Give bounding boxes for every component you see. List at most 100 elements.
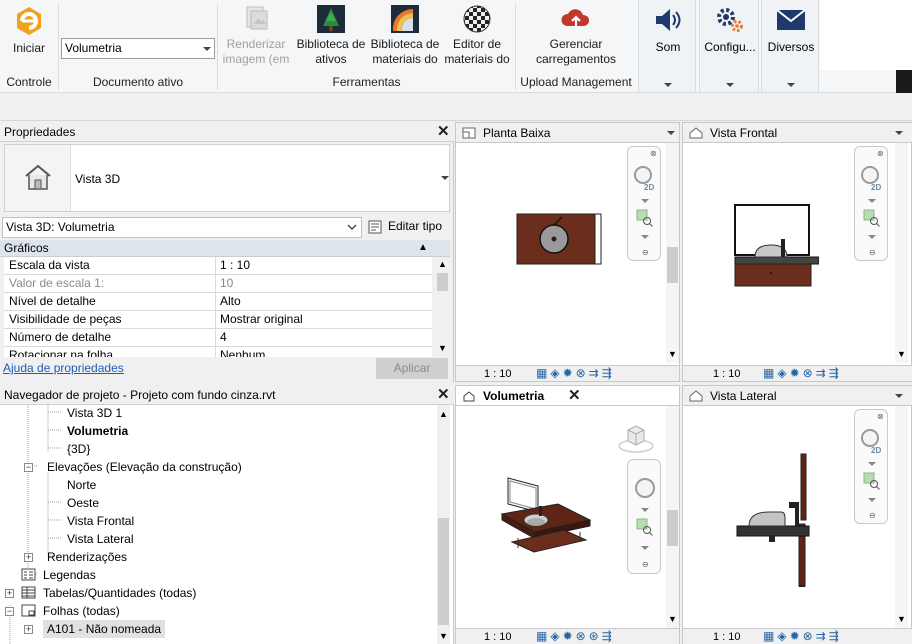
view-scale[interactable]: 1 : 10 [713,630,741,644]
collapse-icon[interactable]: − [5,607,14,616]
scroll-down-icon: ▼ [897,614,906,624]
configuracoes-dropdown[interactable]: Configu... [699,0,759,93]
som-dropdown[interactable]: Som [638,0,696,93]
tree-item-volumetria[interactable]: Volumetria [67,423,128,439]
iniciar-button[interactable]: Iniciar [2,4,56,56]
material-library-icon [391,5,419,33]
collapse-icon[interactable]: − [24,463,33,472]
close-icon[interactable]: ⊗ [877,149,884,158]
navigation-bar[interactable]: ⊗ 2D ⊖ [627,146,661,261]
chevron-down-icon [787,83,795,87]
type-instance-select[interactable]: Vista 3D: Volumetria [2,217,362,238]
navigation-bar[interactable]: ⊗ 2D ⊖ [854,146,888,261]
chevron-down-icon [726,83,734,87]
view-scrollbar[interactable]: ▼ [895,143,908,363]
checker-sphere-icon [463,5,491,33]
view-scale[interactable]: 1 : 10 [484,630,512,644]
close-icon[interactable]: ✕ [568,388,581,403]
property-row[interactable]: Nível de detalhe Alto [4,293,432,311]
edit-type-label: Editar tipo [388,219,443,233]
scroll-thumb[interactable] [437,273,448,291]
property-row[interactable]: Número de detalhe 4 [4,329,432,347]
properties-help-link[interactable]: Ajuda de propriedades [3,361,124,375]
separator [58,4,59,90]
schedule-icon [21,586,36,599]
chevron-down-icon [868,498,876,502]
chevron-down-icon [868,235,876,239]
diversos-dropdown[interactable]: Diversos [761,0,819,93]
scroll-thumb[interactable] [667,510,678,546]
tree-item-3d[interactable]: {3D} [67,441,90,457]
collapse-icon: ▲ [418,242,428,253]
biblioteca-materiais-button[interactable]: Biblioteca de materiais do [368,4,442,67]
expand-icon[interactable]: + [5,589,14,598]
minus-icon[interactable]: ⊖ [869,248,876,257]
view-volumetria: Volumetria ✕ ⊖ ▼ 1 : 10 ▦◈✹⊗⊛⇶ [455,385,680,644]
tree-item-tabelas[interactable]: Tabelas/Quantidades (todas) [43,585,196,601]
tree-item-vista3d1[interactable]: Vista 3D 1 [67,405,122,421]
view-tab-planta[interactable]: Planta Baixa [456,123,679,143]
active-document-select[interactable]: Volumetria [61,38,215,59]
type-selector[interactable]: Vista 3D [4,144,450,212]
tree-item-vista-frontal[interactable]: Vista Frontal [67,513,134,529]
viewcube-icon[interactable] [616,420,656,456]
navigation-bar[interactable]: ⊗ 2D ⊖ [854,409,888,524]
chevron-down-icon [441,176,449,180]
navigator-title: Navegador de projeto - Projeto com fundo… [0,385,454,405]
scroll-up-icon: ▲ [439,409,448,419]
biblioteca-ativos-button[interactable]: Biblioteca de ativos [294,4,368,67]
minus-icon[interactable]: ⊖ [642,248,649,257]
label-2d: 2D [644,183,655,192]
property-value: 1 : 10 [215,257,423,275]
scroll-thumb[interactable] [667,247,678,283]
close-icon[interactable]: ✕ [437,387,450,402]
view-tab-frontal[interactable]: Vista Frontal [683,123,912,143]
navigator-scrollbar[interactable]: ▲ ▼ [437,405,450,644]
tree-item-folhas[interactable]: Folhas (todas) [43,603,120,619]
view-scrollbar[interactable]: ▼ [666,143,679,363]
view-tab-volumetria[interactable]: Volumetria ✕ [456,386,679,406]
gerenciar-carregamentos-button[interactable]: Gerenciar carregamentos [518,4,634,67]
property-row[interactable]: Escala da vista 1 : 10 [4,257,432,275]
close-icon[interactable]: ⊗ [650,149,657,158]
property-row[interactable]: Visibilidade de peças Mostrar original [4,311,432,329]
tree-item-renderizacoes[interactable]: Renderizações [47,549,127,565]
minus-icon[interactable]: ⊖ [642,560,649,569]
view-title: Planta Baixa [483,126,551,140]
editor-materiais-button[interactable]: Editor de materiais do [442,4,512,67]
properties-scrollbar[interactable]: ▲ ▼ [436,257,449,357]
navigation-bar[interactable]: ⊖ [627,459,661,574]
edit-type-icon [368,220,382,234]
chevron-down-icon [347,224,357,230]
close-icon[interactable]: ✕ [437,124,450,139]
view-scrollbar[interactable]: ▼ [895,406,908,628]
edit-type-button[interactable]: Editar tipo [366,217,450,238]
tree-item-oeste[interactable]: Oeste [67,495,99,511]
tree-item-elevacoes[interactable]: Elevações (Elevação da construção) [47,459,242,475]
properties-grid: Escala da vista 1 : 10 Valor de escala 1:… [0,257,432,357]
expand-icon[interactable]: + [24,553,33,562]
view-control-icons[interactable]: ▦◈✹⊗⇉⇶ [763,629,842,644]
property-row[interactable]: Rotacionar na folha Nenhum [4,347,432,357]
view-control-icons[interactable]: ▦◈✹⊗⇉⇶ [763,366,842,381]
view-scale[interactable]: 1 : 10 [713,367,741,382]
close-icon[interactable]: ⊗ [877,412,884,421]
view-scrollbar[interactable]: ▼ [666,406,679,628]
zoom-icon [863,209,880,227]
expand-icon[interactable]: + [24,625,33,634]
property-key: Número de detalhe [9,330,112,344]
view-scale[interactable]: 1 : 10 [484,367,512,382]
tree-item-legendas[interactable]: Legendas [43,567,96,583]
scroll-down-icon: ▼ [438,343,447,353]
active-document-value: Volumetria [65,41,122,55]
minus-icon[interactable]: ⊖ [869,511,876,520]
view-tab-lateral[interactable]: Vista Lateral [683,386,912,406]
tree-item-a101[interactable]: A101 - Não nomeada [43,620,166,638]
view-control-icons[interactable]: ▦◈✹⊗⊛⇶ [536,629,615,644]
tree-item-vista-lateral[interactable]: Vista Lateral [67,531,134,547]
section-header-graficos[interactable]: Gráficos ▲ [0,240,450,257]
chevron-down-icon [641,199,649,203]
scroll-thumb[interactable] [438,518,449,625]
tree-item-norte[interactable]: Norte [67,477,96,493]
view-control-icons[interactable]: ▦◈✹⊗⇉⇶ [536,366,615,381]
